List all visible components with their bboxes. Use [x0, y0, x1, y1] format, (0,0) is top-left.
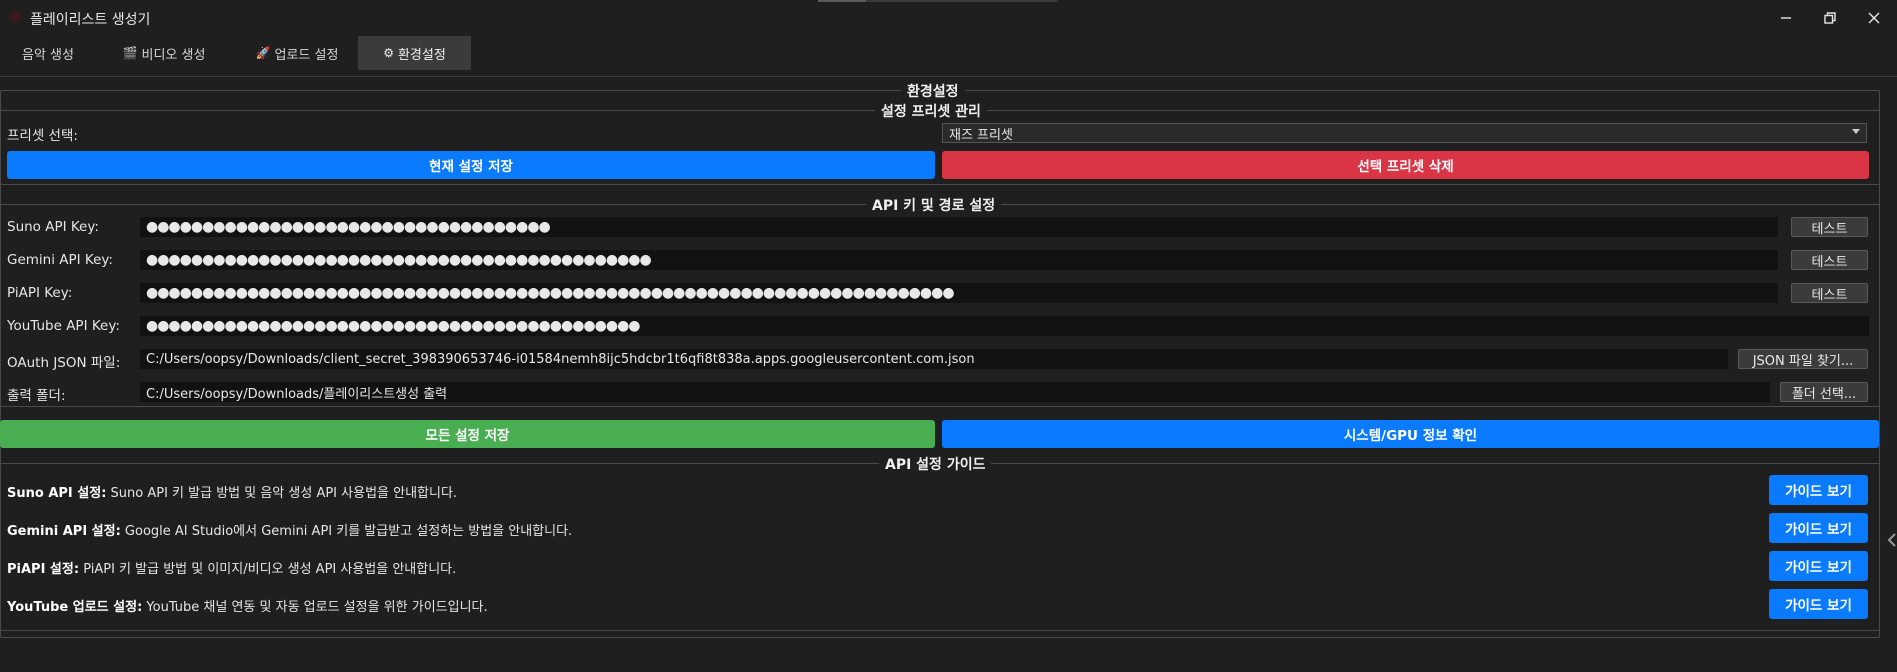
youtube-key-label: YouTube API Key: [7, 318, 120, 334]
output-folder-value: C:/Users/oopsy/Downloads/플레이리스트생성 출력 [146, 386, 448, 402]
close-icon [1868, 12, 1880, 24]
page-title: 환경설정 [901, 81, 965, 101]
minimize-button[interactable] [1770, 6, 1802, 30]
preset-group-title: 설정 프리셋 관리 [875, 101, 987, 121]
guide-piapi-text: PiAPI 설정: PiAPI 키 발급 방법 및 이미지/비디오 생성 API… [7, 558, 456, 577]
tab-music-label: 음악 생성 [22, 47, 74, 63]
suno-test-button[interactable]: 테스트 [1791, 217, 1868, 237]
gear-icon: ⚙ [383, 46, 394, 60]
suno-key-value: ●●●●●●●●●●●●●●●●●●●●●●●●●●●●●●●●●●●● [146, 219, 551, 235]
piapi-key-value: ●●●●●●●●●●●●●●●●●●●●●●●●●●●●●●●●●●●●●●●●… [146, 285, 955, 301]
guide-gemini-button[interactable]: 가이드 보기 [1769, 513, 1868, 543]
piapi-key-field[interactable]: ●●●●●●●●●●●●●●●●●●●●●●●●●●●●●●●●●●●●●●●●… [140, 283, 1778, 303]
preset-select-value: 재즈 프리셋 [949, 127, 1013, 143]
guide-piapi-title: PiAPI 설정: [7, 562, 80, 577]
gemini-key-field[interactable]: ●●●●●●●●●●●●●●●●●●●●●●●●●●●●●●●●●●●●●●●●… [140, 250, 1778, 270]
minimize-icon [1781, 17, 1791, 19]
oauth-path-field[interactable]: C:/Users/oopsy/Downloads/client_secret_3… [140, 349, 1728, 369]
guide-youtube-text: YouTube 업로드 설정: YouTube 채널 연동 및 자동 업로드 설… [7, 596, 488, 615]
chevron-left-icon[interactable] [1887, 528, 1897, 552]
top-accent-handle [818, 0, 866, 2]
tab-bar: 음악 생성 🎬 비디오 생성 🚀 업로드 설정 ⚙ 환경설정 [0, 36, 1897, 70]
preset-label: 프리셋 선택: [7, 128, 78, 144]
title-bar: 플레이리스트 생성기 [0, 0, 1897, 36]
suno-key-label: Suno API Key: [7, 219, 99, 235]
restore-button[interactable] [1814, 6, 1846, 30]
youtube-key-field[interactable]: ●●●●●●●●●●●●●●●●●●●●●●●●●●●●●●●●●●●●●●●●… [140, 316, 1869, 336]
tab-video-label: 비디오 생성 [141, 47, 206, 63]
guide-youtube-title: YouTube 업로드 설정: [7, 600, 143, 615]
guide-gemini-text: Gemini API 설정: Google AI Studio에서 Gemini… [7, 520, 572, 539]
delete-preset-button[interactable]: 선택 프리셋 삭제 [942, 151, 1869, 179]
rocket-icon: 🚀 [255, 46, 271, 60]
guide-suno-text: Suno API 설정: Suno API 키 발급 방법 및 음악 생성 AP… [7, 482, 457, 501]
guide-gemini-title: Gemini API 설정: [7, 524, 121, 539]
gemini-key-value: ●●●●●●●●●●●●●●●●●●●●●●●●●●●●●●●●●●●●●●●●… [146, 252, 652, 268]
tab-settings[interactable]: ⚙ 환경설정 [358, 36, 471, 70]
api-group-title: API 키 및 경로 설정 [866, 195, 1002, 215]
chevron-down-icon [1852, 129, 1860, 134]
guide-suno-button[interactable]: 가이드 보기 [1769, 475, 1868, 505]
oauth-label: OAuth JSON 파일: [7, 355, 121, 371]
guide-suno-desc: Suno API 키 발급 방법 및 음악 생성 API 사용법을 안내합니다. [106, 486, 458, 501]
tab-upload[interactable]: 🚀 업로드 설정 [240, 36, 354, 70]
close-button[interactable] [1858, 6, 1890, 30]
gemini-test-button[interactable]: 테스트 [1791, 250, 1868, 270]
tab-video[interactable]: 🎬 비디오 생성 [108, 36, 220, 70]
save-all-settings-button[interactable]: 모든 설정 저장 [0, 420, 935, 448]
guide-piapi-desc: PiAPI 키 발급 방법 및 이미지/비디오 생성 API 사용법을 안내합니… [79, 562, 457, 577]
clapperboard-icon: 🎬 [122, 46, 138, 60]
guide-group-title: API 설정 가이드 [879, 454, 992, 474]
guide-piapi-button[interactable]: 가이드 보기 [1769, 551, 1868, 581]
tab-settings-label: 환경설정 [397, 47, 446, 63]
piapi-test-button[interactable]: 테스트 [1791, 283, 1868, 303]
tab-music[interactable]: 음악 생성 [0, 36, 96, 70]
guide-youtube-desc: YouTube 채널 연동 및 자동 업로드 설정을 위한 가이드입니다. [142, 600, 488, 615]
youtube-key-value: ●●●●●●●●●●●●●●●●●●●●●●●●●●●●●●●●●●●●●●●●… [146, 318, 640, 334]
preset-select[interactable]: 재즈 프리셋 [942, 123, 1867, 143]
gemini-key-label: Gemini API Key: [7, 252, 113, 268]
guide-gemini-desc: Google AI Studio에서 Gemini API 키를 발급받고 설정… [120, 524, 573, 539]
restore-icon [1824, 12, 1836, 24]
guide-youtube-button[interactable]: 가이드 보기 [1769, 589, 1868, 619]
piapi-key-label: PiAPI Key: [7, 285, 73, 301]
oauth-browse-button[interactable]: JSON 파일 찾기... [1738, 349, 1868, 369]
output-folder-field[interactable]: C:/Users/oopsy/Downloads/플레이리스트생성 출력 [140, 382, 1770, 402]
output-folder-label: 출력 폴더: [7, 388, 66, 404]
guide-suno-title: Suno API 설정: [7, 486, 107, 501]
output-folder-browse-button[interactable]: 폴더 선택... [1780, 382, 1868, 402]
tab-upload-label: 업로드 설정 [274, 47, 339, 63]
suno-key-field[interactable]: ●●●●●●●●●●●●●●●●●●●●●●●●●●●●●●●●●●●● [140, 217, 1778, 237]
oauth-path-value: C:/Users/oopsy/Downloads/client_secret_3… [146, 351, 975, 367]
app-icon [9, 11, 21, 23]
window-title: 플레이리스트 생성기 [30, 12, 151, 28]
save-preset-button[interactable]: 현재 설정 저장 [7, 151, 935, 179]
system-info-button[interactable]: 시스템/GPU 정보 확인 [942, 420, 1879, 448]
